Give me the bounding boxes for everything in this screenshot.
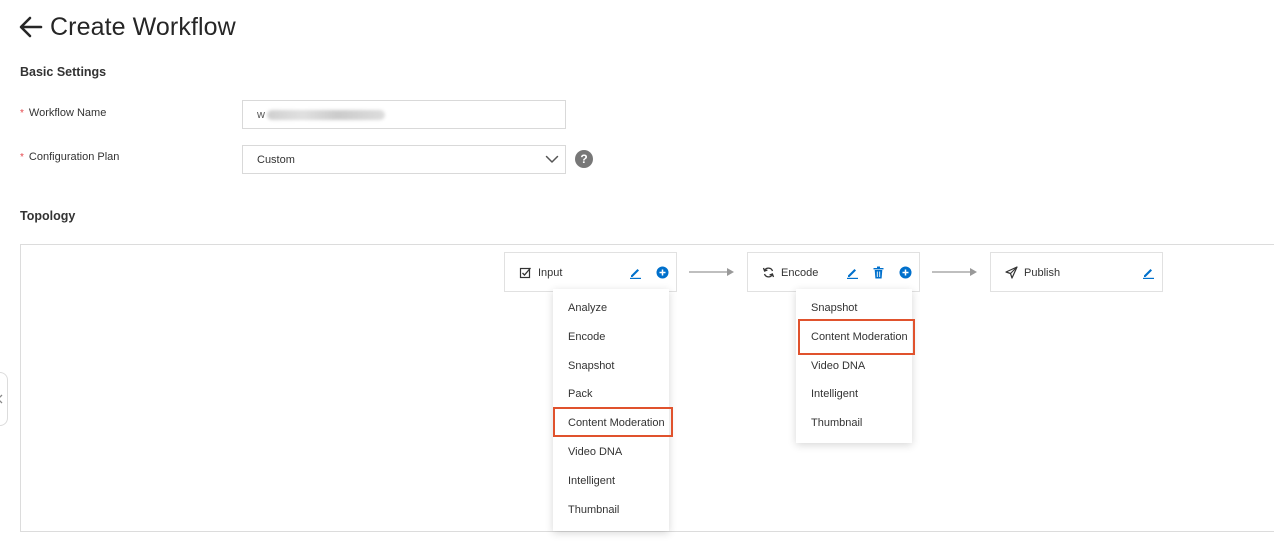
chevron-left-icon xyxy=(0,394,3,404)
configuration-plan-label: * Configuration Plan xyxy=(20,151,119,163)
sync-icon xyxy=(762,267,775,278)
back-arrow-icon[interactable] xyxy=(18,14,44,40)
edit-icon[interactable] xyxy=(629,266,642,279)
delete-icon[interactable] xyxy=(872,266,885,279)
menu-item-content-moderation[interactable]: Content Moderation xyxy=(553,408,669,437)
menu-item-snapshot[interactable]: Snapshot xyxy=(553,351,669,380)
menu-item-video-dna[interactable]: Video DNA xyxy=(796,351,912,380)
configuration-plan-value: Custom xyxy=(257,153,295,166)
required-asterisk: * xyxy=(20,107,24,119)
edit-icon[interactable] xyxy=(1142,266,1155,279)
workflow-name-label-text: Workflow Name xyxy=(28,107,107,119)
edit-icon[interactable] xyxy=(846,266,859,279)
node-input-label: Input xyxy=(538,267,563,279)
encode-add-menu: Snapshot Content Moderation Video DNA In… xyxy=(796,289,912,443)
node-publish[interactable]: Publish xyxy=(990,252,1163,292)
menu-item-snapshot[interactable]: Snapshot xyxy=(796,293,912,322)
redacted-text-blur xyxy=(266,109,385,120)
flow-arrow xyxy=(689,268,734,276)
node-input[interactable]: Input xyxy=(504,252,677,292)
add-icon[interactable] xyxy=(656,266,669,279)
chevron-down-icon xyxy=(545,155,559,163)
menu-item-encode[interactable]: Encode xyxy=(553,322,669,351)
input-checkbox-icon xyxy=(519,267,531,279)
menu-item-content-moderation[interactable]: Content Moderation xyxy=(796,322,912,351)
workflow-name-label: * Workflow Name xyxy=(20,107,106,119)
flow-arrow xyxy=(932,268,977,276)
collapse-sidebar-handle[interactable] xyxy=(0,372,8,426)
node-publish-label: Publish xyxy=(1024,267,1061,279)
menu-item-video-dna[interactable]: Video DNA xyxy=(553,437,669,466)
required-asterisk: * xyxy=(20,151,24,163)
help-icon[interactable]: ? xyxy=(575,150,593,168)
send-icon xyxy=(1005,266,1018,279)
node-encode[interactable]: Encode xyxy=(747,252,920,292)
menu-item-analyze[interactable]: Analyze xyxy=(553,293,669,322)
input-add-menu: Analyze Encode Snapshot Pack Content Mod… xyxy=(553,289,669,531)
topology-title: Topology xyxy=(20,209,76,223)
basic-settings-title: Basic Settings xyxy=(20,65,107,79)
workflow-name-value: w xyxy=(257,108,265,121)
configuration-plan-label-text: Configuration Plan xyxy=(28,151,120,163)
menu-item-thumbnail[interactable]: Thumbnail xyxy=(796,408,912,437)
menu-item-pack[interactable]: Pack xyxy=(553,379,669,408)
add-icon[interactable] xyxy=(899,266,912,279)
menu-item-intelligent[interactable]: Intelligent xyxy=(553,466,669,495)
configuration-plan-select[interactable]: Custom xyxy=(242,145,566,174)
menu-item-intelligent[interactable]: Intelligent xyxy=(796,379,912,408)
page-title: Create Workflow xyxy=(50,12,236,41)
menu-item-thumbnail[interactable]: Thumbnail xyxy=(553,495,669,524)
node-encode-label: Encode xyxy=(781,267,819,279)
page-header: Create Workflow xyxy=(18,10,236,44)
workflow-name-input[interactable]: w xyxy=(242,100,566,129)
